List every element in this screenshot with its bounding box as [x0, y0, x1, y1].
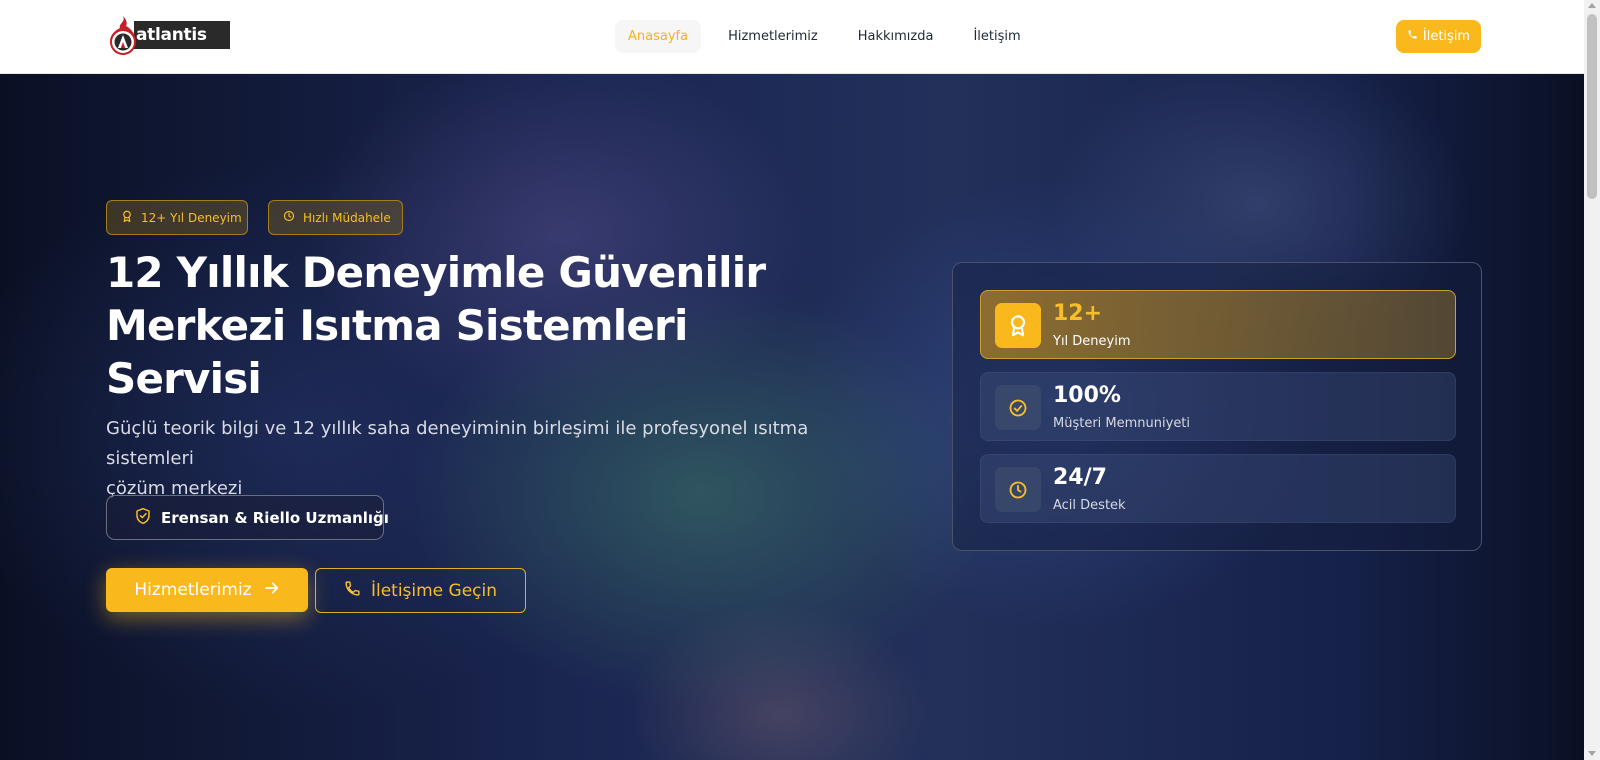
check-circle-icon [995, 385, 1041, 430]
nav-item-anasayfa[interactable]: Anasayfa [615, 20, 702, 53]
stat-card-support: 24/7 Acil Destek [980, 454, 1456, 523]
phone-icon [1407, 29, 1418, 44]
pill-experience-label: 12+ Yıl Deneyim [141, 210, 242, 225]
hero-title-line: Merkezi Isıtma Sistemleri [106, 301, 688, 350]
brand-logo[interactable]: atlantis ısı [106, 14, 230, 73]
pill-fast-response: Hızlı Müdahele [268, 200, 403, 235]
phone-icon [344, 580, 361, 602]
stat-label: Yıl Deneyim [1053, 334, 1131, 349]
hero-title-line: Servisi [106, 354, 262, 403]
nav-item-hakkimizda[interactable]: Hakkımızda [845, 20, 947, 53]
hero-title: 12 Yıllık Deneyimle Güvenilir Merkezi Is… [106, 246, 826, 405]
brand-name: atlantis ısı [134, 21, 230, 73]
services-button[interactable]: Hizmetlerimiz [106, 568, 308, 612]
hero-subtitle: Güçlü teorik bilgi ve 12 yıllık saha den… [106, 414, 866, 504]
main-nav: Anasayfa Hizmetlerimiz Hakkımızda İletiş… [615, 20, 1048, 53]
pill-experience: 12+ Yıl Deneyim [106, 200, 248, 235]
award-icon [995, 303, 1041, 348]
stat-label: Müşteri Memnuniyeti [1053, 416, 1191, 431]
nav-item-iletisim[interactable]: İletişim [960, 20, 1033, 53]
expertise-badge: Erensan & Riello Uzmanlığı [106, 495, 389, 540]
stat-value: 24/7 [1053, 465, 1107, 490]
arrow-right-icon [264, 580, 280, 600]
scroll-up-arrow-icon[interactable] [1588, 3, 1596, 8]
hero-subtitle-line: Güçlü teorik bilgi ve 12 yıllık saha den… [106, 418, 809, 469]
stat-value: 12+ [1053, 301, 1103, 326]
stats-panel: 12+ Yıl Deneyim 100% Müşteri Memnuniyeti… [952, 262, 1482, 551]
header-contact-label: İletişim [1422, 29, 1471, 44]
stat-label: Acil Destek [1053, 498, 1126, 513]
scroll-thumb[interactable] [1587, 14, 1597, 199]
award-icon [121, 210, 133, 226]
site-header: atlantis ısı Anasayfa Hizmetlerimiz Hakk… [0, 0, 1584, 74]
scroll-down-arrow-icon[interactable] [1588, 751, 1596, 756]
contact-us-button[interactable]: İletişime Geçin [315, 568, 526, 613]
hero-title-line: 12 Yıllık Deneyimle Güvenilir [106, 248, 766, 297]
page-scrollbar[interactable] [1584, 0, 1600, 760]
pill-fast-response-label: Hızlı Müdahele [303, 210, 391, 225]
shield-check-icon [135, 507, 151, 529]
stat-card-experience: 12+ Yıl Deneyim [980, 290, 1456, 359]
stat-value: 100% [1053, 383, 1121, 408]
services-button-label: Hizmetlerimiz [134, 580, 252, 600]
header-contact-button[interactable]: İletişim [1396, 20, 1481, 53]
expertise-badge-label: Erensan & Riello Uzmanlığı [161, 508, 389, 527]
clock-icon [995, 467, 1041, 512]
clock-icon [283, 210, 295, 225]
stat-card-satisfaction: 100% Müşteri Memnuniyeti [980, 372, 1456, 441]
contact-us-button-label: İletişime Geçin [370, 580, 498, 601]
nav-item-hizmetlerimiz[interactable]: Hizmetlerimiz [715, 20, 831, 53]
hero-section: 12+ Yıl Deneyim Hızlı Müdahele 12 Yıllık… [0, 74, 1584, 760]
flame-logo-icon [106, 14, 140, 56]
